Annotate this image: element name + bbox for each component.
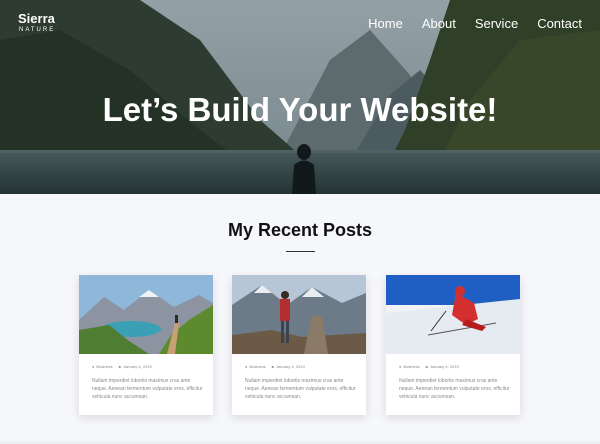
post-card[interactable]: ● Business ■ January 4, 2019 Nullam imperd… — [232, 275, 366, 415]
section-title: My Recent Posts — [227, 220, 373, 240]
post-image-mountain-trail[interactable] — [79, 275, 213, 354]
post-image-skier[interactable] — [386, 275, 520, 354]
post-meta: ● Business ■ January 4, 2019 — [245, 364, 305, 369]
post-author: Business — [96, 364, 113, 369]
calendar-icon: ■ — [118, 364, 122, 369]
post-date: January 4, 2019 — [430, 364, 459, 369]
hero-banner: Sierra NATURE Home About Service Contact… — [0, 0, 600, 194]
post-date: January 4, 2019 — [123, 364, 152, 369]
nav-service[interactable]: Service — [475, 16, 518, 32]
brand-logo[interactable]: Sierra NATURE — [18, 12, 55, 34]
post-author: Business — [249, 364, 266, 369]
brand-tagline: NATURE — [19, 27, 56, 33]
nav-about[interactable]: About — [422, 16, 456, 32]
post-date: January 4, 2019 — [276, 364, 305, 369]
user-icon: ● — [92, 364, 95, 369]
calendar-icon: ■ — [271, 364, 275, 369]
section-title-underline — [286, 251, 315, 252]
post-meta: ● Business ■ January 4, 2019 — [92, 364, 152, 369]
post-excerpt: Nullam imperdiet lobortis maximus cras a… — [399, 378, 510, 400]
calendar-icon: ■ — [425, 364, 429, 369]
post-excerpt: Nullam imperdiet lobortis maximus cras a… — [245, 378, 356, 400]
post-card[interactable]: ● Business ■ January 4, 2019 Nullam imperd… — [386, 275, 520, 415]
nav-contact[interactable]: Contact — [537, 16, 582, 32]
post-image-hiker-summit[interactable] — [232, 275, 366, 354]
post-card[interactable]: ● Business ■ January 4, 2019 Nullam imperd… — [79, 275, 213, 415]
hero-title: Let’s Build Your Website! — [102, 91, 498, 128]
user-icon: ● — [245, 364, 248, 369]
post-author: Business — [403, 364, 420, 369]
brand-name: Sierra — [18, 11, 55, 26]
post-excerpt: Nullam imperdiet lobortis maximus cras a… — [92, 378, 203, 400]
main-nav: Home About Service Contact — [368, 16, 582, 32]
post-meta: ● Business ■ January 4, 2019 — [399, 364, 459, 369]
user-icon: ● — [399, 364, 402, 369]
nav-home[interactable]: Home — [368, 16, 403, 32]
